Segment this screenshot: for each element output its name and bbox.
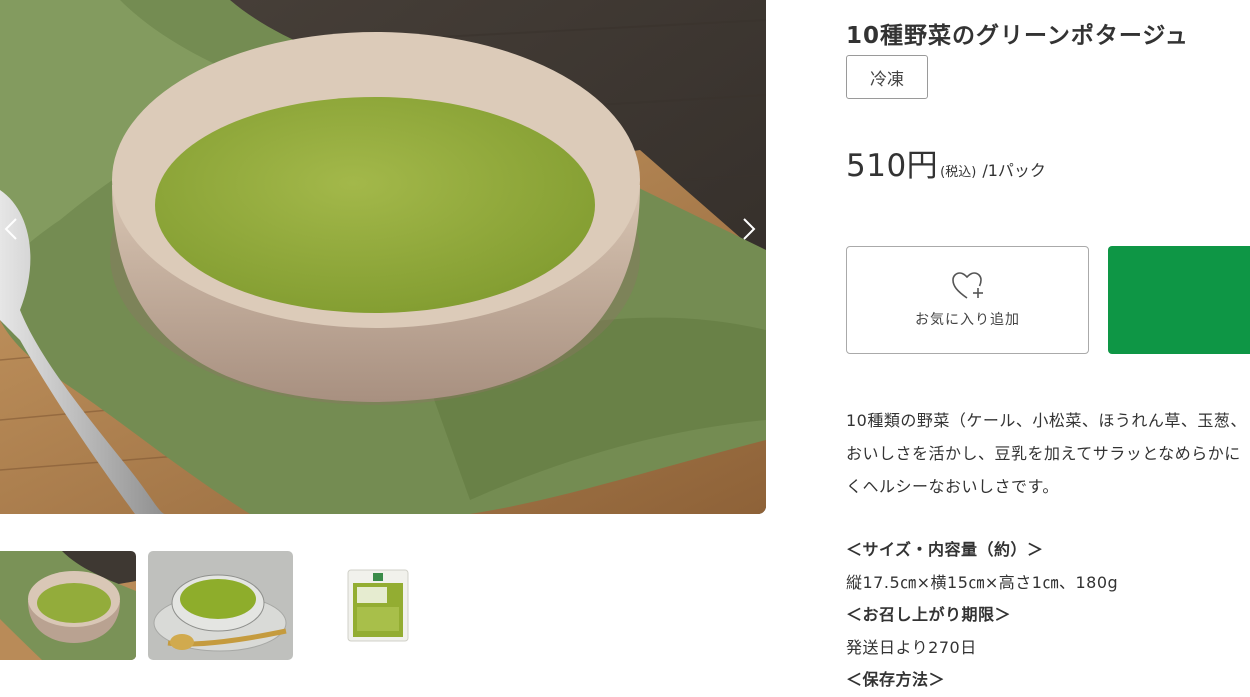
description-line: くヘルシーなおいしさです。 (846, 477, 1059, 496)
thumbnail-package[interactable] (305, 551, 450, 660)
product-title: 10種野菜のグリーンポタージュ (846, 23, 1189, 49)
price-tax-note: (税込) (940, 165, 977, 180)
thumbnail-glass-bowl[interactable] (148, 551, 293, 660)
thumbnail-package-image (347, 569, 409, 642)
thumbnail-glass-bowl-image (148, 551, 293, 660)
expiry-heading: ＜お召し上がり期限＞ (846, 605, 1012, 624)
heart-plus-icon (951, 272, 983, 299)
prev-image-button[interactable] (0, 214, 26, 244)
main-product-image (0, 0, 766, 514)
next-image-button[interactable] (734, 214, 764, 244)
price: 510円 (税込) /1パック (846, 140, 1046, 185)
product-description: 10種類の野菜（ケール、小松菜、ほうれん草、玉葱、 おいしさを活かし、豆乳を加え… (846, 404, 1250, 503)
add-to-favorites-label: お気に入り追加 (915, 312, 1020, 328)
add-to-cart-button[interactable] (1108, 246, 1250, 354)
description-line: おいしさを活かし、豆乳を加えてサラッとなめらかに (846, 444, 1241, 463)
frozen-tag: 冷凍 (846, 55, 928, 99)
price-unit: /1パック (982, 161, 1046, 180)
chevron-left-icon (4, 218, 17, 240)
expiry-value: 発送日より270日 (846, 637, 977, 657)
thumbnail-bowl-image (0, 551, 136, 660)
product-specs: ＜サイズ・内容量（約）＞ 縦17.5㎝×横15㎝×高さ1㎝、180g ＜お召し上… (846, 534, 1250, 697)
description-line: 10種類の野菜（ケール、小松菜、ほうれん草、玉葱、 (846, 411, 1247, 430)
soup-photo (0, 0, 766, 514)
add-to-favorites-button[interactable]: お気に入り追加 (846, 246, 1089, 354)
thumbnail-bowl[interactable] (0, 551, 136, 660)
size-value: 縦17.5㎝×横15㎝×高さ1㎝、180g (846, 572, 1119, 592)
chevron-right-icon (743, 218, 756, 240)
size-heading: ＜サイズ・内容量（約）＞ (846, 540, 1044, 559)
storage-heading: ＜保存方法＞ (846, 670, 946, 689)
price-amount: 510円 (846, 148, 939, 184)
